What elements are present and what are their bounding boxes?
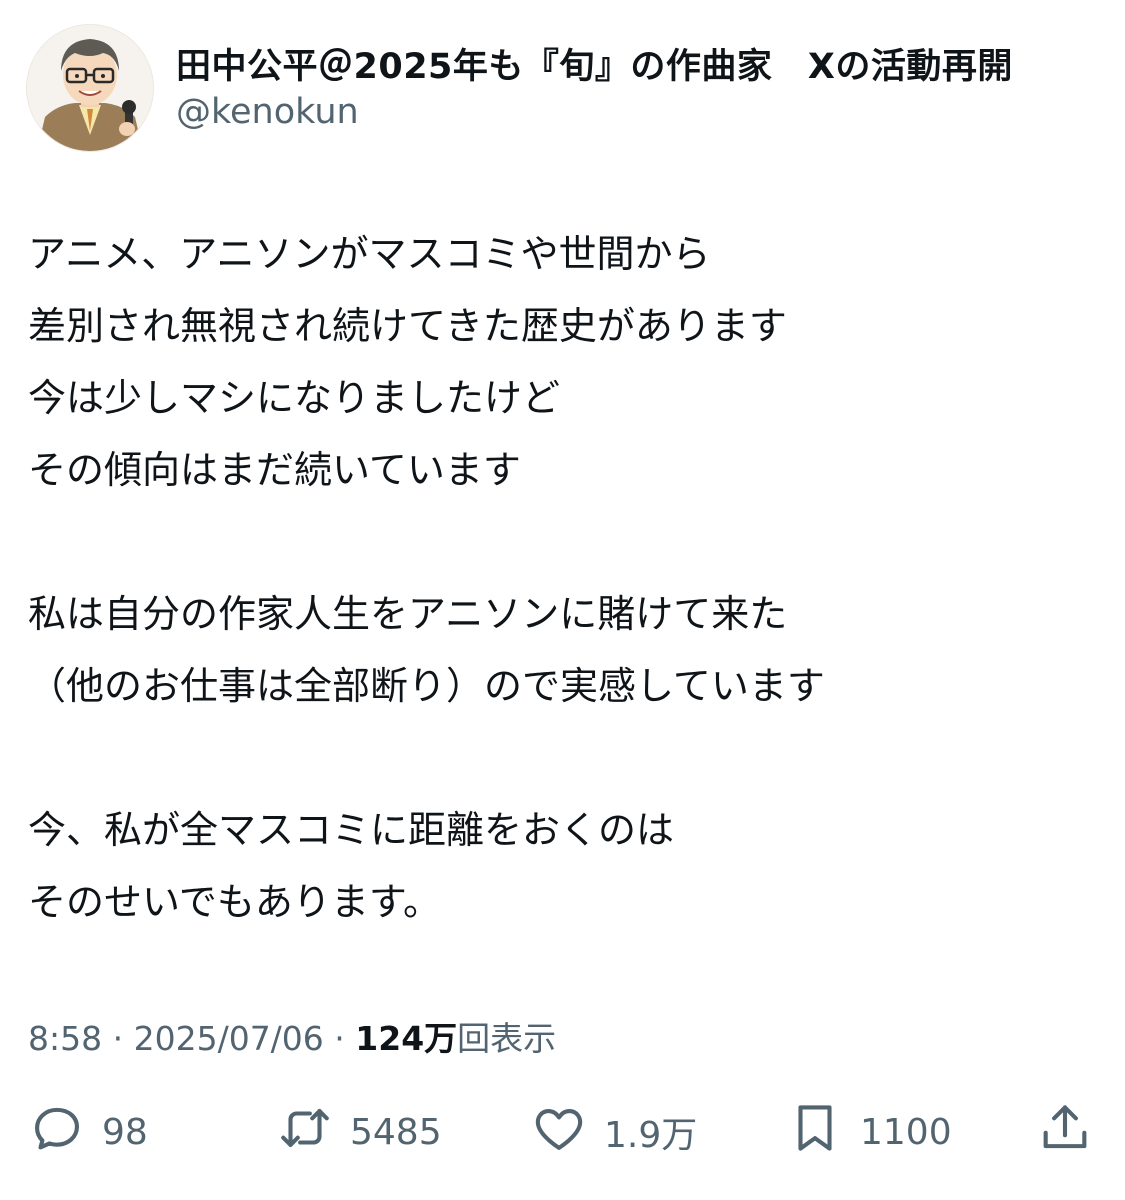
tweet-text: アニメ、アニソンがマスコミや世間から 差別され無視され続けてきた歴史があります … [28,232,825,924]
avatar[interactable] [26,24,154,152]
bookmark-count: 1100 [860,1111,952,1153]
reply-count: 98 [102,1111,148,1153]
user-handle[interactable]: @kenokun [176,92,359,132]
views-count[interactable]: 124万 [355,1019,457,1058]
meta-separator: · [102,1019,134,1058]
views-label: 回表示 [457,1019,557,1058]
meta-separator: · [323,1019,356,1058]
reply-icon [28,1099,86,1166]
repost-count: 5485 [350,1111,442,1153]
share-button[interactable] [1036,1100,1094,1164]
avatar-illustration [27,25,153,151]
like-count: 1.9万 [604,1115,698,1156]
bookmark-button[interactable]: 1100 [786,1100,952,1164]
repost-icon [276,1099,334,1166]
tweet-meta: 8:58 · 2025/07/06 · 124万回表示 [28,1012,556,1060]
bookmark-icon [786,1099,844,1166]
like-button[interactable]: 1.9万 [530,1100,697,1164]
action-bar: 98 5485 1.9万 1100 [0,1100,1125,1164]
reply-button[interactable]: 98 [28,1100,148,1164]
heart-icon [530,1099,588,1166]
tweet-date[interactable]: 2025/07/06 [134,1019,324,1058]
display-name[interactable]: 田中公平＠2025年も『旬』の作曲家 Xの活動再開 [176,38,1013,89]
share-icon [1036,1099,1094,1166]
repost-button[interactable]: 5485 [276,1100,442,1164]
tweet-time[interactable]: 8:58 [28,1019,102,1058]
